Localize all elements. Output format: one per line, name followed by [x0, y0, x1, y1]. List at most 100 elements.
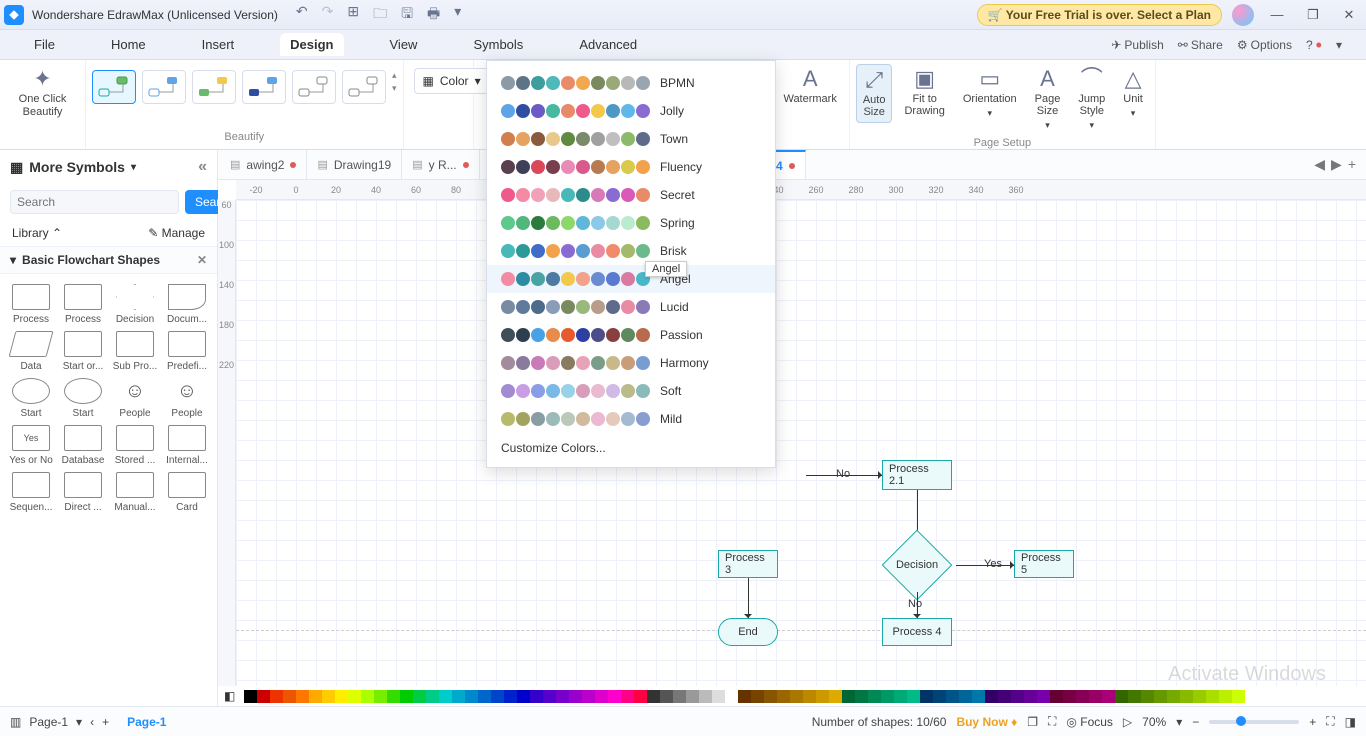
theme-preset-4[interactable]: [242, 70, 286, 104]
manage-link[interactable]: ✎ Manage: [148, 226, 205, 240]
color-swatch[interactable]: [517, 690, 530, 703]
color-swatch[interactable]: [751, 690, 764, 703]
color-swatch[interactable]: [699, 690, 712, 703]
menu-advanced[interactable]: Advanced: [569, 33, 647, 56]
tab-y-r-[interactable]: ▤y R...: [402, 150, 479, 179]
menu-view[interactable]: View: [380, 33, 428, 56]
color-swatch[interactable]: [608, 690, 621, 703]
theme-row-spring[interactable]: Spring: [487, 209, 775, 237]
layers-icon[interactable]: ❐: [1027, 715, 1038, 729]
color-swatch[interactable]: [491, 690, 504, 703]
menu-file[interactable]: File: [24, 33, 65, 56]
color-swatch[interactable]: [985, 690, 998, 703]
tab-nav[interactable]: ▶: [1331, 156, 1342, 173]
shape-predefi-[interactable]: Predefi...: [162, 329, 212, 374]
buy-now-link[interactable]: Buy Now ♦: [956, 715, 1017, 729]
zoom-slider[interactable]: [1209, 720, 1299, 724]
color-swatch[interactable]: [725, 690, 738, 703]
play-icon[interactable]: ▷: [1123, 715, 1132, 729]
color-swatch[interactable]: [400, 690, 413, 703]
color-swatch[interactable]: [1141, 690, 1154, 703]
color-swatch[interactable]: [413, 690, 426, 703]
color-swatch[interactable]: [361, 690, 374, 703]
color-swatch[interactable]: [1193, 690, 1206, 703]
unit[interactable]: △Unit▾: [1117, 64, 1149, 123]
orientation[interactable]: ▭Orientation▾: [957, 64, 1023, 123]
shape-database[interactable]: Database: [58, 423, 108, 468]
tab-nav[interactable]: ◀: [1314, 156, 1325, 173]
theme-scroll-down[interactable]: ▾: [392, 83, 397, 94]
theme-row-mild[interactable]: Mild: [487, 405, 775, 433]
theme-preset-6[interactable]: [342, 70, 386, 104]
shape-docum-[interactable]: Docum...: [162, 282, 212, 327]
shape-sub-pro-[interactable]: Sub Pro...: [110, 329, 160, 374]
fit-to-drawing[interactable]: ▣Fit to Drawing: [898, 64, 950, 121]
color-swatch[interactable]: [647, 690, 660, 703]
zoom-in[interactable]: +: [1309, 715, 1316, 729]
theme-row-jolly[interactable]: Jolly: [487, 97, 775, 125]
color-swatch[interactable]: [1206, 690, 1219, 703]
color-swatch[interactable]: [777, 690, 790, 703]
theme-scroll-up[interactable]: ▴: [392, 70, 397, 81]
new-icon[interactable]: ⊞: [347, 3, 359, 27]
shape-start[interactable]: Start: [6, 376, 56, 421]
color-swatch[interactable]: [712, 690, 725, 703]
user-avatar[interactable]: [1232, 4, 1254, 26]
prev-page-icon[interactable]: ‹: [90, 715, 94, 729]
color-swatch[interactable]: [1167, 690, 1180, 703]
jump-style[interactable]: ⌒Jump Style▾: [1072, 64, 1111, 135]
theme-row-harmony[interactable]: Harmony: [487, 349, 775, 377]
theme-row-town[interactable]: Town: [487, 125, 775, 153]
shape-decision[interactable]: Decision: [110, 282, 160, 327]
color-swatch[interactable]: [972, 690, 985, 703]
theme-row-brisk[interactable]: Brisk: [487, 237, 775, 265]
tab-awing2[interactable]: ▤awing2: [220, 150, 307, 179]
color-swatch[interactable]: [439, 690, 452, 703]
color-swatch[interactable]: [920, 690, 933, 703]
sidebar-collapse-icon[interactable]: «: [198, 158, 207, 176]
theme-preset-2[interactable]: [142, 70, 186, 104]
color-swatch[interactable]: [1089, 690, 1102, 703]
color-swatch[interactable]: [816, 690, 829, 703]
eyedropper-icon[interactable]: ◧: [224, 688, 240, 704]
shape-process[interactable]: Process: [58, 282, 108, 327]
color-swatch[interactable]: [1050, 690, 1063, 703]
panel-icon[interactable]: ◨: [1345, 715, 1356, 729]
shape-stored-[interactable]: Stored ...: [110, 423, 160, 468]
menu-design[interactable]: Design: [280, 33, 343, 56]
library-link[interactable]: Library ⌃: [12, 226, 62, 240]
color-swatch[interactable]: [673, 690, 686, 703]
color-swatch[interactable]: [634, 690, 647, 703]
color-swatch[interactable]: [244, 690, 257, 703]
color-swatch[interactable]: [257, 690, 270, 703]
color-swatch[interactable]: [868, 690, 881, 703]
focus-button[interactable]: ◎ Focus: [1066, 715, 1113, 729]
color-swatch[interactable]: [894, 690, 907, 703]
color-swatch[interactable]: [1115, 690, 1128, 703]
color-swatch[interactable]: [933, 690, 946, 703]
theme-row-bpmn[interactable]: BPMN: [487, 69, 775, 97]
theme-row-fluency[interactable]: Fluency: [487, 153, 775, 181]
theme-row-soft[interactable]: Soft: [487, 377, 775, 405]
color-swatch[interactable]: [764, 690, 777, 703]
color-swatch[interactable]: [1180, 690, 1193, 703]
color-swatch[interactable]: [660, 690, 673, 703]
color-swatch[interactable]: [595, 690, 608, 703]
color-swatch[interactable]: [465, 690, 478, 703]
color-swatch[interactable]: [1063, 690, 1076, 703]
color-swatch[interactable]: [738, 690, 751, 703]
color-swatch[interactable]: [1154, 690, 1167, 703]
redo-icon[interactable]: ↷: [322, 3, 334, 27]
theme-preset-3[interactable]: [192, 70, 236, 104]
section-close-icon[interactable]: ✕: [197, 253, 207, 267]
theme-row-passion[interactable]: Passion: [487, 321, 775, 349]
color-swatch[interactable]: [1011, 690, 1024, 703]
color-swatch[interactable]: [426, 690, 439, 703]
search-input[interactable]: [10, 190, 179, 214]
trial-banner[interactable]: 🛒 Your Free Trial is over. Select a Plan: [977, 4, 1222, 26]
shape-start[interactable]: Start: [58, 376, 108, 421]
color-swatch[interactable]: [881, 690, 894, 703]
color-swatch[interactable]: [582, 690, 595, 703]
color-swatch[interactable]: [1037, 690, 1050, 703]
node-process-3[interactable]: Process 3: [718, 550, 778, 578]
